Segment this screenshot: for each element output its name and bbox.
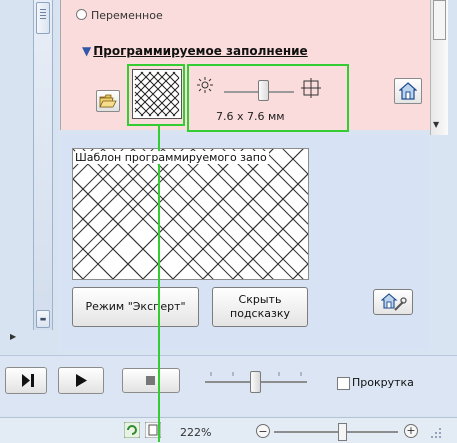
speed-slider-thumb[interactable] [250,371,261,393]
radio-circle-icon[interactable] [76,9,87,20]
programmable-fill-title: Программируемое заполнение [93,44,308,58]
zoom-out-icon[interactable]: − [256,424,270,438]
panel-vertical-scrollbar[interactable]: ▼ [430,0,448,135]
scroll-checkbox[interactable] [337,377,350,390]
hint-settings-button[interactable] [373,289,413,315]
zoom-label: 222% [180,426,212,439]
programmable-fill-heading[interactable]: ▼ Программируемое заполнение [82,44,308,58]
hide-hint-line2: подсказку [230,307,290,320]
stop-icon [146,376,155,385]
scrollbar-grip[interactable] [36,2,50,34]
scroll-label: Прокрутка [352,376,414,389]
status-bar [0,417,457,443]
left-vertical-scrollbar[interactable]: ▬ [33,0,53,330]
hint-preview: Шаблон программируемого запо [72,148,309,280]
zoom-slider-thumb[interactable] [338,423,347,441]
step-end-button[interactable] [5,367,47,394]
expert-mode-button[interactable]: Режим "Эксперт" [72,287,199,327]
scroll-down-arrow-icon[interactable]: ▼ [433,120,439,129]
weave-preview-image [73,149,308,279]
home-icon [399,82,417,100]
zoom-slider-track[interactable] [274,431,398,433]
zoom-in-icon[interactable]: + [404,424,418,438]
house-wrench-icon [381,293,407,311]
stop-button[interactable] [122,368,180,393]
resize-grip-icon[interactable] [424,426,444,440]
skip-to-end-icon [22,374,34,387]
scroll-down-icon[interactable]: ▬ [36,310,50,328]
play-button[interactable] [58,367,104,394]
pattern-highlight-box [127,64,185,126]
panel-scroll-thumb[interactable] [433,0,446,40]
open-pattern-button[interactable] [96,90,120,112]
pattern-library-button[interactable] [394,78,422,104]
highlight-connector-line [158,126,160,442]
hide-hint-button[interactable]: Скрыть подсказку [212,287,308,327]
collapse-marker-icon[interactable]: ▶ [10,332,16,341]
hint-title: Шаблон программируемого запо [75,151,269,164]
size-highlight-box [187,64,349,132]
radio-variable[interactable]: Переменное [76,9,163,22]
refresh-icon[interactable] [124,422,140,438]
radio-variable-label: Переменное [91,9,163,22]
play-icon [76,374,87,387]
folder-open-icon [99,94,117,108]
hide-hint-line1: Скрыть [238,293,282,306]
expand-triangle-icon[interactable]: ▼ [82,44,91,58]
